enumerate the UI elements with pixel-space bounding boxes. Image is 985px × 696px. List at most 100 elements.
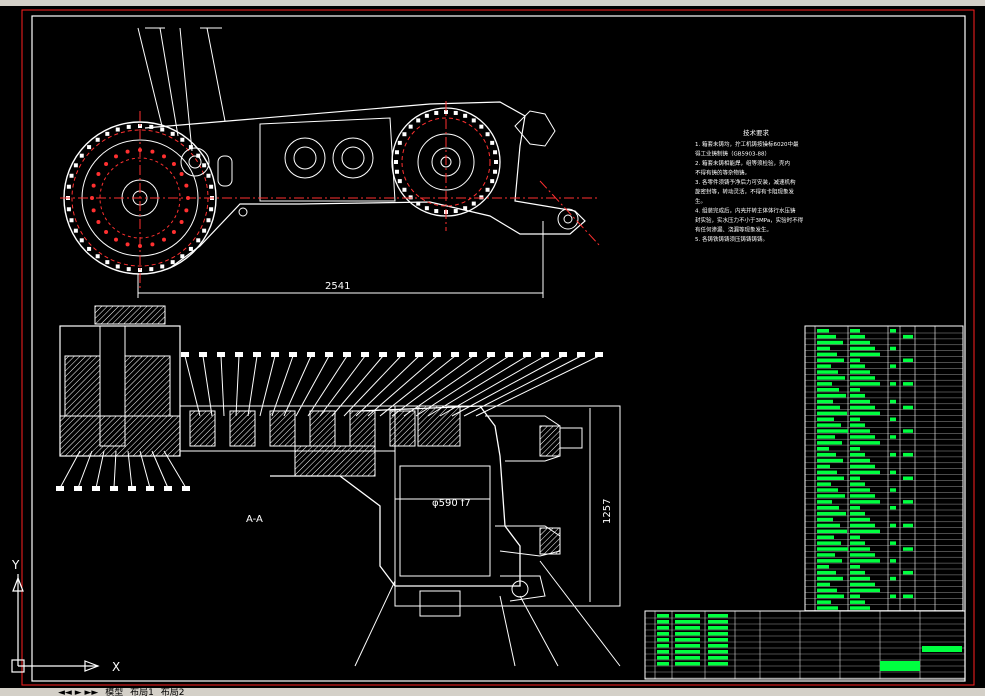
- leader-1: [137, 27, 163, 127]
- parts-cell-name: [817, 452, 836, 457]
- title-cell: [657, 662, 669, 666]
- parts-cell-qty: [890, 329, 896, 333]
- gear-block: [389, 410, 416, 447]
- drum-tooth: [79, 153, 84, 158]
- drum-hole: [96, 172, 101, 176]
- parts-cell-spec: [850, 559, 880, 563]
- title-cell: [708, 638, 728, 642]
- parts-cell-material: [903, 334, 913, 339]
- parts-cell-spec: [850, 476, 860, 480]
- drum-tooth: [69, 173, 74, 178]
- parts-cell-name: [817, 553, 835, 557]
- drum-tooth: [206, 173, 211, 178]
- leader-label-block: [289, 352, 297, 357]
- drum-tooth: [202, 163, 207, 168]
- drum-hole: [91, 183, 96, 188]
- drum-tooth: [105, 131, 110, 136]
- title-cell: [657, 656, 669, 660]
- parts-cell-name: [817, 382, 832, 386]
- right-drum-tooth: [408, 124, 413, 129]
- right-drum-tooth: [416, 201, 421, 206]
- parts-cell-name: [817, 370, 838, 374]
- parts-cell-spec: [850, 594, 860, 598]
- drum-tooth: [66, 207, 71, 212]
- tab-nav-arrows[interactable]: ◄◄ ► ►►: [58, 688, 98, 696]
- tab-layout2[interactable]: 布局2: [161, 688, 185, 696]
- tech-req-line: 2. 箱套未铸相能焊，组等须检验，壳内: [695, 159, 790, 167]
- parts-cell-name: [817, 488, 838, 492]
- leader-label-block: [235, 352, 243, 357]
- hub-bearing-right: [124, 355, 171, 417]
- tech-req-line: 得工业铸制铸（GB5903-88）: [695, 150, 770, 158]
- drum-tooth: [87, 246, 92, 251]
- title-cell: [657, 620, 669, 624]
- leader-up: [271, 355, 294, 417]
- leader-label-block: [469, 352, 477, 357]
- tech-req-line: 有任何渗漏、浇漏等现象发生。: [695, 226, 772, 234]
- drum-tooth: [170, 260, 175, 265]
- parts-cell-name: [817, 376, 845, 380]
- parts-cell-material: [903, 429, 913, 433]
- parts-cell-spec: [850, 517, 870, 522]
- layout-tab-bar: ◄◄ ► ►► 模型 布局1 布局2: [0, 688, 985, 696]
- title-name-cell: [880, 661, 920, 671]
- shaft-bore: [399, 465, 491, 577]
- right-drum-tooth: [463, 113, 468, 118]
- title-cell: [708, 644, 728, 648]
- drum-hole: [150, 242, 155, 247]
- drum-hole: [150, 149, 155, 154]
- parts-cell-spec: [850, 482, 865, 486]
- parts-cell-spec: [850, 600, 865, 604]
- right-drum-tooth: [397, 140, 402, 145]
- leader-label-block: [577, 352, 585, 357]
- title-cell: [708, 662, 728, 666]
- parts-cell-material: [903, 547, 913, 551]
- parts-cell-spec: [850, 470, 880, 475]
- drum-tooth: [115, 264, 120, 269]
- leader-label-block: [343, 352, 351, 357]
- leader-up: [463, 355, 582, 417]
- leader-up: [235, 355, 240, 417]
- arm-hole-2-inner: [341, 146, 365, 170]
- parts-cell-spec: [850, 399, 870, 404]
- parts-cell-name: [817, 535, 834, 539]
- arm-slot: [217, 155, 233, 187]
- gear-block: [309, 410, 336, 447]
- title-cell: [675, 662, 700, 666]
- parts-cell-spec: [850, 340, 870, 345]
- leader-2: [159, 27, 179, 137]
- title-cell: [708, 626, 728, 630]
- leader-label-block: [361, 352, 369, 357]
- leader-label-block: [74, 486, 82, 491]
- parts-cell-spec: [850, 388, 860, 392]
- drum-hole: [104, 229, 109, 234]
- parts-cell-name: [817, 441, 842, 445]
- drum-hole: [114, 154, 118, 159]
- drum-tooth: [209, 184, 214, 189]
- title-cell: [675, 644, 700, 648]
- drum-tooth: [105, 260, 110, 265]
- cad-drawing: 2541 技术要求 1. 箱套未铸均，拧工机铸按操标6020中最得工业铸制铸（G…: [11, 9, 975, 686]
- tech-req-line: 不得有铸的等杂物铸。: [695, 169, 750, 177]
- clamp-jaw-upper: [559, 427, 583, 449]
- leader-up: [259, 355, 276, 417]
- title-cell: [675, 656, 700, 660]
- parts-cell-name: [817, 411, 847, 416]
- tab-model[interactable]: 模型: [105, 688, 123, 696]
- parts-cell-spec: [850, 393, 865, 398]
- title-cell: [657, 644, 669, 648]
- tab-layout1[interactable]: 布局1: [130, 688, 154, 696]
- leader-label-block: [451, 352, 459, 357]
- drum-hole: [162, 237, 166, 242]
- drum-tooth: [73, 228, 78, 233]
- dimension-length-label: 2541: [325, 281, 350, 292]
- leader-up: [247, 355, 258, 417]
- parts-cell-name: [817, 405, 840, 410]
- cad-viewport[interactable]: 2541 技术要求 1. 箱套未铸均，拧工机铸按操标6020中最 得工业铸制铸（G…: [0, 6, 985, 688]
- parts-cell-qty: [890, 506, 896, 510]
- leader-up: [331, 355, 384, 417]
- leader-label-block: [307, 352, 315, 357]
- end-pin-bore: [563, 214, 573, 224]
- drum-hole: [179, 172, 184, 176]
- parts-cell-spec: [850, 358, 860, 362]
